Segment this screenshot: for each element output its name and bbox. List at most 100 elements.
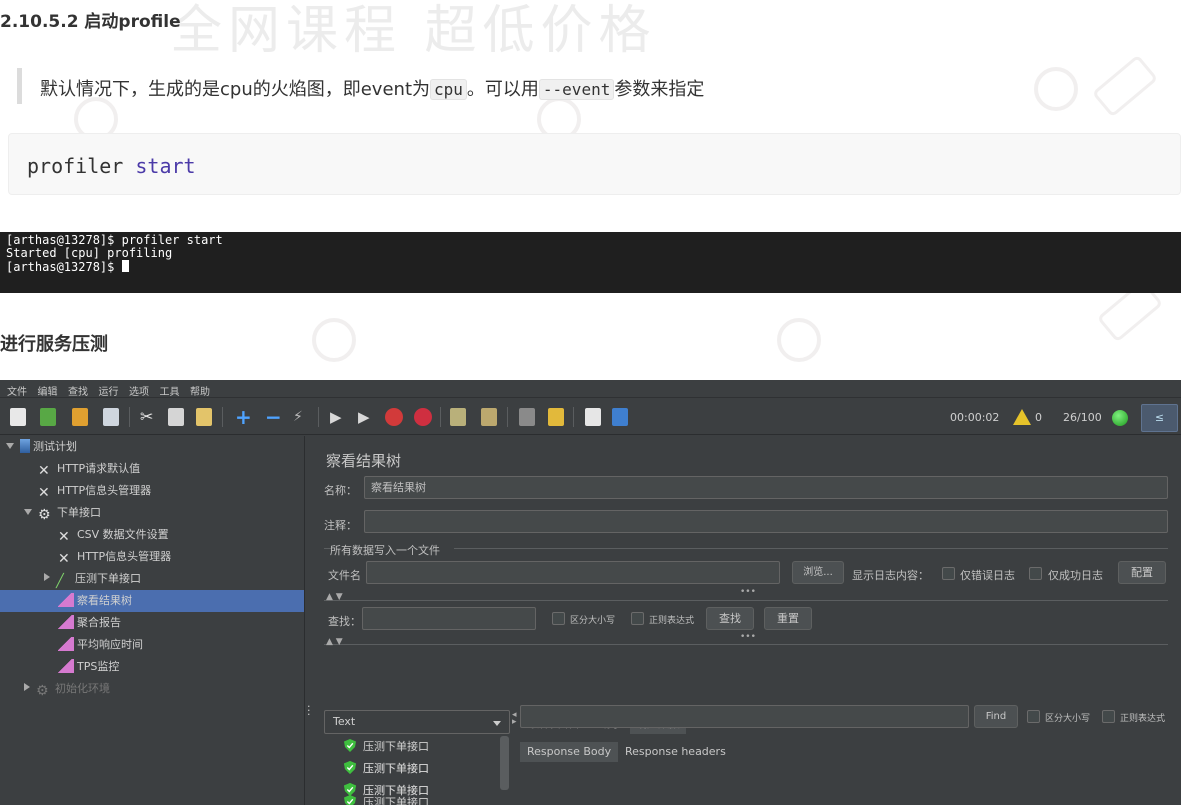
- quote-prefix: 默认情况下，生成的是cpu的火焰图，即event为: [40, 79, 430, 100]
- paste-icon[interactable]: [196, 408, 212, 426]
- copy-icon[interactable]: [168, 408, 184, 426]
- tree-item[interactable]: ✕ HTTP请求默认值: [38, 458, 140, 480]
- terminal-cursor: [121, 260, 129, 272]
- start-no-pause-icon[interactable]: ▶: [358, 408, 374, 426]
- name-label: 名称：: [324, 484, 357, 497]
- tree-item[interactable]: ╱ 压测下单接口: [44, 568, 141, 590]
- regex-label: 正则表达式: [649, 616, 695, 626]
- terminal-line: [arthas@13278]$: [6, 260, 122, 274]
- stop-icon[interactable]: [385, 408, 403, 426]
- quote-text: 默认情况下，生成的是cpu的火焰图，即event为 cpu 。可以用 --event 参…: [40, 75, 704, 101]
- list-item[interactable]: 压测下单接口: [344, 792, 429, 805]
- browse-button[interactable]: 浏览...: [792, 561, 844, 584]
- toolbar: ✂ + − ⚡ ▶ ▶ 00:00:02 0 26/100 ≤: [0, 399, 1181, 435]
- new-icon[interactable]: [10, 408, 26, 426]
- terminal-screenshot: [arthas@13278]$ profiler start Started […: [0, 232, 1181, 293]
- expand-icon[interactable]: +: [235, 405, 252, 429]
- chart-icon: [58, 593, 74, 607]
- errors-only-checkbox[interactable]: [942, 567, 955, 580]
- chevron-right-icon[interactable]: [44, 573, 50, 581]
- terminal-line: [arthas@13278]$ profiler start: [6, 233, 223, 247]
- toggle-icon[interactable]: ⚡: [293, 408, 309, 426]
- collapse-arrows[interactable]: ▲ ▼: [326, 638, 343, 647]
- menu-search[interactable]: 查找: [68, 383, 88, 398]
- wrench-icon: ✕: [58, 551, 70, 567]
- renderer-select[interactable]: Text: [324, 710, 510, 734]
- reset-search-icon[interactable]: [548, 408, 564, 426]
- pipette-icon: ╱: [56, 574, 64, 589]
- chevron-down-icon[interactable]: [6, 443, 14, 449]
- list-item[interactable]: 压测下单接口: [344, 758, 429, 780]
- success-only-label: 仅成功日志: [1048, 569, 1103, 582]
- tree-item[interactable]: TPS监控: [58, 656, 119, 678]
- save-icon[interactable]: [103, 408, 119, 426]
- name-field[interactable]: 察看结果树: [364, 476, 1168, 499]
- menu-help[interactable]: 帮助: [190, 383, 210, 398]
- tree-item[interactable]: ✕ CSV 数据文件设置: [58, 524, 169, 546]
- clear-all-icon[interactable]: [481, 408, 497, 426]
- splitter-handle[interactable]: •••: [740, 588, 756, 597]
- chevron-down-icon[interactable]: [24, 509, 32, 515]
- regex-checkbox[interactable]: [631, 612, 644, 625]
- tree-item[interactable]: ✕ HTTP信息头管理器: [38, 480, 151, 502]
- splitter-handle[interactable]: · · ·: [307, 701, 311, 720]
- tree-item[interactable]: 平均响应时间: [58, 634, 143, 656]
- menu-tools[interactable]: 工具: [160, 383, 180, 398]
- results-scrollbar[interactable]: [500, 736, 509, 790]
- shutdown-icon[interactable]: [414, 408, 432, 426]
- chart-icon: [58, 659, 74, 673]
- split-arrows[interactable]: ◂ ▸: [512, 711, 517, 727]
- find-button[interactable]: 查找: [706, 607, 754, 630]
- open-icon[interactable]: [72, 408, 88, 426]
- response-search-input[interactable]: [520, 705, 969, 728]
- configure-button[interactable]: 配置: [1118, 561, 1166, 584]
- tree-item[interactable]: ✕ HTTP信息头管理器: [58, 546, 171, 568]
- wrench-icon: ✕: [38, 485, 50, 501]
- comment-label: 注释：: [324, 519, 357, 532]
- help-icon[interactable]: [612, 408, 628, 426]
- reset-button[interactable]: 重置: [764, 607, 812, 630]
- search-input[interactable]: [362, 607, 536, 630]
- find-response-button[interactable]: Find: [974, 705, 1018, 728]
- function-helper-icon[interactable]: [585, 408, 601, 426]
- case-sensitive-checkbox[interactable]: [1027, 710, 1040, 723]
- list-item[interactable]: 压测下单接口: [344, 736, 429, 758]
- start-icon[interactable]: ▶: [330, 408, 346, 426]
- menu-edit[interactable]: 编辑: [38, 383, 58, 398]
- file-name-field[interactable]: [366, 561, 780, 584]
- blockquote: 默认情况下，生成的是cpu的火焰图，即event为 cpu 。可以用 --event 参…: [0, 60, 1181, 116]
- tree-item-selected[interactable]: 察看结果树: [0, 590, 304, 612]
- test-plan-icon: [20, 439, 30, 453]
- regex-checkbox[interactable]: [1102, 710, 1115, 723]
- case-sensitive-label: 区分大小写: [1045, 714, 1091, 724]
- tab-response-headers[interactable]: Response headers: [618, 742, 733, 762]
- warning-icon[interactable]: [1013, 409, 1031, 425]
- remote-icon[interactable]: ≤: [1141, 404, 1178, 432]
- case-sensitive-checkbox[interactable]: [552, 612, 565, 625]
- templates-icon[interactable]: [40, 408, 56, 426]
- collapse-icon[interactable]: −: [265, 405, 282, 429]
- menu-bar: 文件 编辑 查找 运行 选项 工具 帮助: [0, 380, 1181, 398]
- chevron-right-icon[interactable]: [24, 683, 30, 691]
- tab-response-body[interactable]: Response Body: [520, 742, 619, 762]
- tree-item-root[interactable]: 测试计划: [6, 436, 77, 458]
- tree-item-disabled[interactable]: ⚙ 初始化环境: [24, 678, 110, 700]
- menu-file[interactable]: 文件: [7, 383, 27, 398]
- panel-title: 察看结果树: [326, 452, 402, 470]
- regex-label: 正则表达式: [1120, 714, 1166, 724]
- collapse-arrows[interactable]: ▲ ▼: [326, 593, 343, 602]
- warning-count: 0: [1035, 411, 1042, 424]
- menu-run[interactable]: 运行: [99, 383, 119, 398]
- running-status-icon: [1112, 410, 1128, 426]
- success-only-checkbox[interactable]: [1029, 567, 1042, 580]
- cut-icon[interactable]: ✂: [140, 408, 156, 426]
- splitter-handle[interactable]: •••: [740, 633, 756, 642]
- tree-item[interactable]: 聚合报告: [58, 612, 121, 634]
- tree-item[interactable]: ⚙ 下单接口: [24, 502, 101, 524]
- errors-only-label: 仅错误日志: [960, 569, 1015, 582]
- inline-code: --event: [538, 79, 615, 100]
- clear-icon[interactable]: [450, 408, 466, 426]
- comment-field[interactable]: [364, 510, 1168, 533]
- menu-options[interactable]: 选项: [129, 383, 149, 398]
- search-icon[interactable]: [519, 408, 535, 426]
